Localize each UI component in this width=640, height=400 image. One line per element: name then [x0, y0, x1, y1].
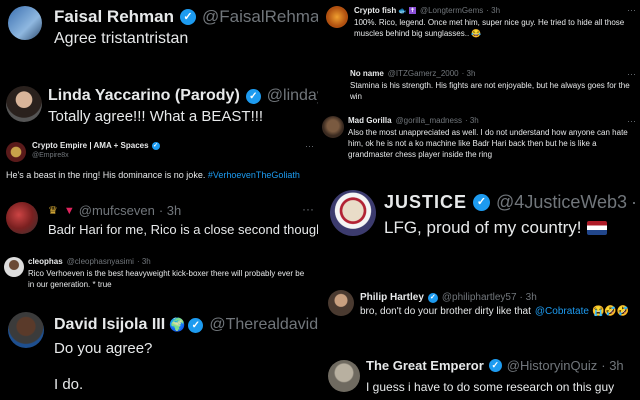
author-name[interactable]: The Great Emperor — [366, 358, 484, 373]
avatar[interactable] — [328, 360, 360, 392]
hashtag-link[interactable]: #VerhoevenTheGoliath — [208, 170, 300, 180]
tweet-mad-gorilla[interactable]: Mad Gorilla @gorilla_madness · 3h ··· Al… — [322, 112, 640, 168]
avatar[interactable] — [6, 202, 38, 234]
tweet-time: · 3h — [158, 203, 182, 218]
author-name[interactable]: JUSTICE — [384, 192, 467, 213]
verified-badge-icon: ✓ — [488, 359, 502, 372]
author-handle[interactable]: @LongtermGems — [420, 6, 483, 15]
tweet-text: Also the most unappreciated as well. I d… — [348, 128, 628, 159]
tweet-crypto-fish[interactable]: Crypto fish 🐟 ✝ @LongtermGems · 3h ··· 1… — [322, 0, 640, 58]
author-name[interactable]: Crypto Empire | AMA + Spaces — [32, 141, 149, 150]
more-options-icon[interactable]: ··· — [305, 141, 314, 151]
verified-badge-icon: ✓ — [180, 9, 196, 25]
tweet-text-line-2: I do. — [54, 376, 84, 393]
avatar[interactable] — [6, 86, 42, 122]
author-handle[interactable]: @FaisalRehman768 — [202, 7, 318, 27]
author-name[interactable]: Linda Yaccarino (Parody) — [48, 87, 240, 105]
mention-link[interactable]: @Cobratate — [535, 306, 589, 317]
tweet-mufcseven[interactable]: ♛ ▼ @mufcseven · 3h ··· Badr Hari for me… — [0, 196, 318, 246]
trophy-icon: ♛ — [48, 205, 58, 217]
tweet-content: He's a beast in the ring! His dominance … — [6, 170, 300, 180]
verified-badge-icon: ✓ — [427, 292, 438, 303]
tweet-text: LFG, proud of my country! — [384, 218, 582, 237]
tweet-justice[interactable]: JUSTICE ✓ @4JusticeWeb3 · LFG, proud of … — [322, 176, 640, 278]
tweet-time: · 3h — [136, 257, 151, 266]
tweet-time: · 3h — [519, 292, 537, 303]
tweet-text: I guess i have to do some research on th… — [366, 380, 615, 394]
separator-dot: · — [631, 192, 638, 212]
author-handle[interactable]: @lindayaxc — [267, 87, 318, 105]
avatar[interactable] — [328, 290, 354, 316]
tweet-text: Badr Hari for me, Rico is a close second… — [48, 222, 318, 237]
author-handle[interactable]: @TherealdavidIII — [209, 316, 318, 334]
author-handle[interactable]: @gorilla_madness — [396, 116, 462, 125]
tweet-time: · 3h — [464, 116, 479, 125]
globe-icon: 🌍 — [169, 317, 186, 332]
more-options-icon[interactable]: ··· — [302, 202, 314, 216]
verified-badge-icon: ✓ — [245, 88, 261, 104]
more-options-icon[interactable]: ··· — [627, 5, 636, 15]
verified-badge-icon: ✓ — [188, 317, 204, 333]
tweet-text: He's a beast in the ring! His dominance … — [6, 170, 206, 180]
avatar[interactable] — [8, 312, 44, 348]
author-handle[interactable]: @philiphartley57 — [442, 292, 517, 303]
author-handle[interactable]: @mufcseven — [79, 203, 155, 218]
author-name[interactable]: cleophas — [28, 257, 63, 266]
tweet-time: · 3h — [461, 69, 476, 78]
author-name[interactable]: No name — [350, 69, 384, 78]
author-handle[interactable]: @Empire8x — [32, 152, 69, 159]
more-options-icon[interactable]: ··· — [627, 69, 636, 79]
red-triangle-icon: ▼ — [63, 204, 75, 217]
cross-emoji-icon: ✝ — [408, 7, 416, 14]
avatar[interactable] — [6, 142, 26, 162]
tweet-text: Rico Verhoeven is the best heavyweight k… — [28, 269, 305, 289]
avatar[interactable] — [330, 190, 376, 236]
author-name[interactable]: Crypto fish — [354, 6, 396, 15]
tweet-the-great-emperor[interactable]: The Great Emperor ✓ @HistoryinQuiz · 3h … — [322, 346, 640, 400]
avatar[interactable] — [4, 257, 24, 277]
tweet-text: 100%. Rico, legend. Once met him, super … — [354, 18, 625, 38]
author-handle[interactable]: @4JusticeWeb3 — [496, 192, 627, 213]
tweet-philip-hartley[interactable]: Philip Hartley ✓ @philiphartley57 · 3h b… — [322, 284, 640, 334]
tweet-text: Do you agree? — [54, 340, 153, 357]
emoji-reactions: 😭🤣🤣 — [591, 306, 630, 317]
tweet-linda-yaccarino[interactable]: Linda Yaccarino (Parody) ✓ @lindayaxc · … — [0, 78, 318, 130]
verified-badge-icon: ✓ — [151, 141, 160, 150]
verified-badge-icon: ✓ — [473, 194, 491, 211]
more-options-icon[interactable]: ··· — [627, 116, 636, 126]
fish-emoji-icon: 🐟 — [398, 7, 407, 15]
avatar[interactable] — [322, 116, 344, 138]
tweet-text: Totally agree!!! What a BEAST!!! — [48, 108, 264, 125]
tweet-david-isijola[interactable]: David Isijola III 🌍 ✓ @TherealdavidIII ·… — [0, 306, 318, 400]
author-name[interactable]: Mad Gorilla — [348, 116, 392, 125]
author-name[interactable]: Philip Hartley — [360, 292, 424, 303]
tweet-text: Agree tristantristan — [54, 30, 189, 47]
author-handle[interactable]: @HistoryinQuiz — [507, 358, 598, 373]
tweet-text: bro, don't do your brother dirty like th… — [360, 306, 531, 317]
tweet-faisal-rehman[interactable]: Faisal Rehman ✓ @FaisalRehman768 Agree t… — [0, 0, 318, 58]
tweet-text: Stamina is his strength. His fights are … — [350, 81, 630, 101]
avatar[interactable] — [8, 6, 42, 40]
tweet-time: · 3h — [601, 358, 624, 373]
author-handle[interactable]: @ITZGamerz_2000 — [388, 69, 459, 78]
tweet-cleophas[interactable]: cleophas @cleophasnyasimi · 3h Rico Verh… — [0, 254, 318, 298]
tweet-no-name[interactable]: No name @ITZGamerz_2000 · 3h ··· Stamina… — [322, 66, 640, 104]
avatar[interactable] — [326, 6, 348, 28]
tweet-crypto-empire[interactable]: Crypto Empire | AMA + Spaces ✓ @Empire8x… — [0, 138, 318, 188]
author-name[interactable]: Faisal Rehman — [54, 7, 174, 27]
author-handle[interactable]: @cleophasnyasimi — [67, 257, 134, 266]
author-name[interactable]: David Isijola III — [54, 316, 165, 334]
tweet-time: · 3h — [486, 6, 501, 15]
netherlands-flag-icon — [587, 221, 608, 235]
